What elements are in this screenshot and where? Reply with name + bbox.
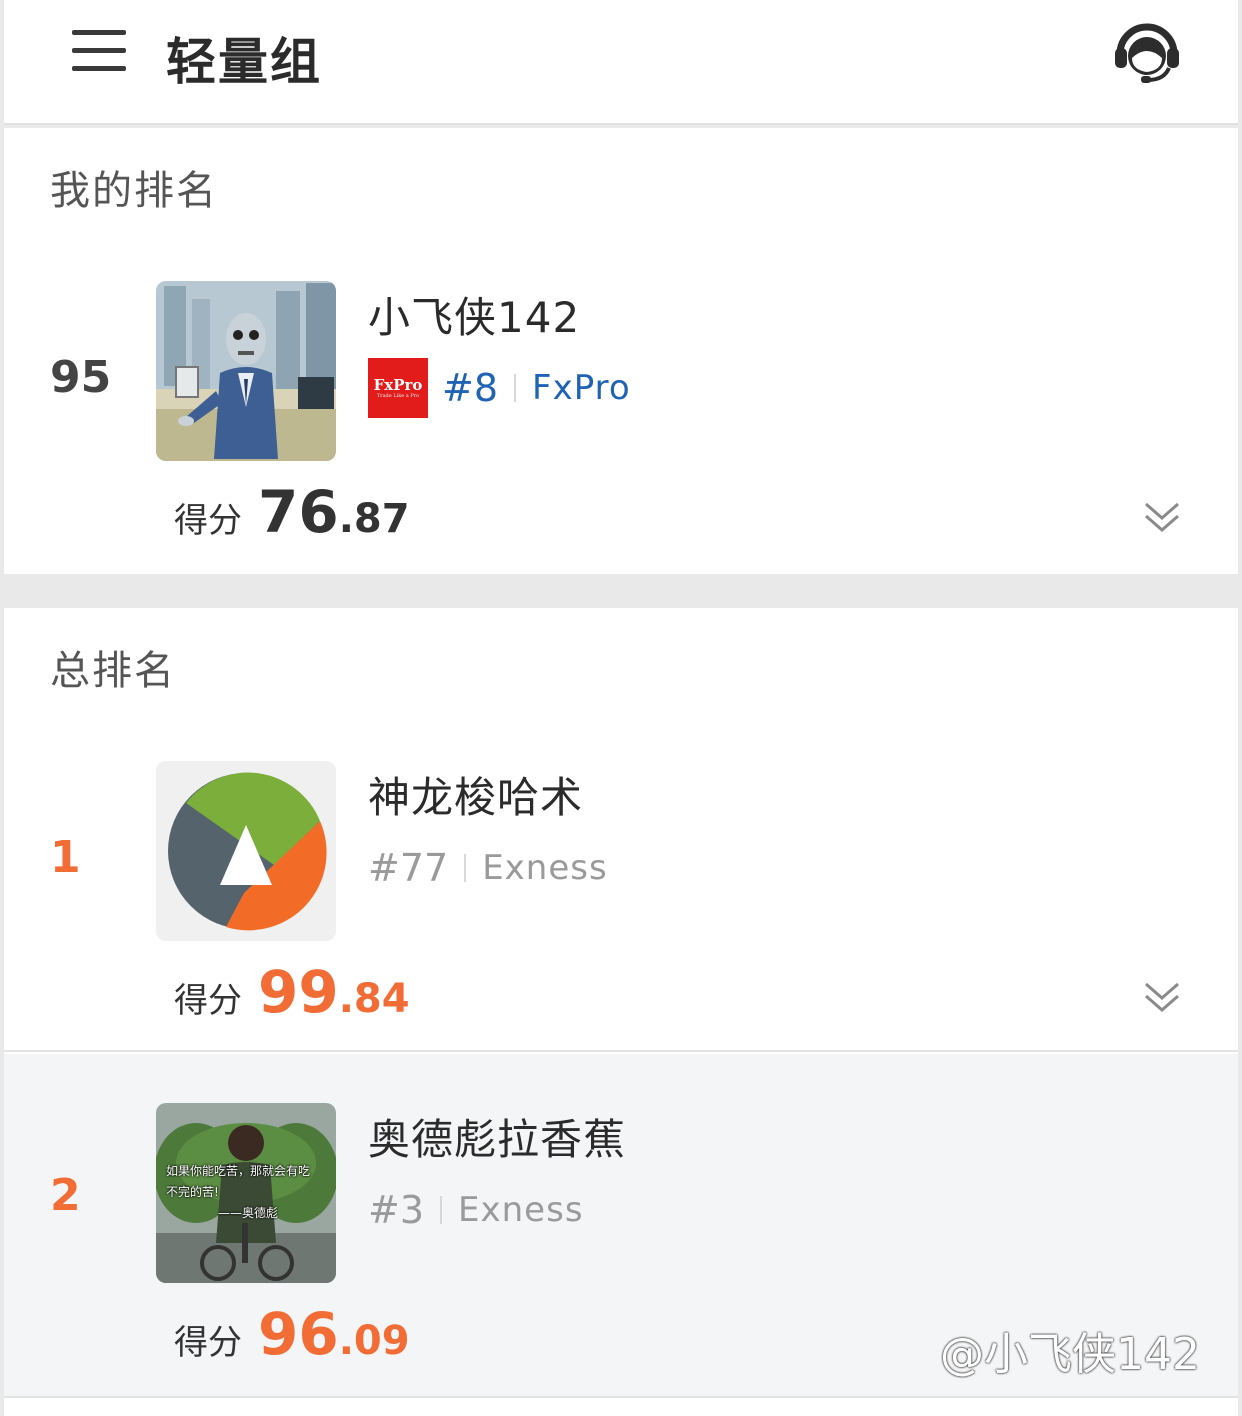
divider xyxy=(440,1196,443,1224)
user-name: 神龙梭哈术 xyxy=(368,773,584,822)
score-decimal: .09 xyxy=(338,1318,410,1364)
chevron-down-icon[interactable] xyxy=(1142,500,1182,536)
account-number: #3 xyxy=(368,1188,425,1232)
ranking-row[interactable]: 1 神龙梭哈术 #77 Exness 得分 99 .84 xyxy=(4,758,1238,1052)
broker-name: Exness xyxy=(482,848,608,888)
overall-rank-section: 总排名 1 神龙梭哈术 #77 Exness 得分 99 .84 2 如果你能吃… xyxy=(4,608,1238,1416)
section-title-overall: 总排名 xyxy=(50,648,176,694)
account-info: #3 Exness xyxy=(368,1180,584,1240)
score-label: 得分 xyxy=(174,501,242,541)
score-integer: 76 xyxy=(258,478,339,546)
broker-name: FxPro xyxy=(532,368,631,408)
rank-number: 95 xyxy=(50,352,112,403)
my-rank-row[interactable]: 95 小飞侠142 FxPro Trade Like a Pro #8 FxPr… xyxy=(4,278,1238,568)
user-avatar[interactable] xyxy=(156,281,336,461)
user-avatar[interactable] xyxy=(156,761,336,941)
score: 得分 99 .84 xyxy=(174,958,410,1026)
section-title-my-rank: 我的排名 xyxy=(50,168,218,214)
chevron-down-icon[interactable] xyxy=(1142,980,1182,1016)
user-name: 奥德彪拉香蕉 xyxy=(368,1115,627,1164)
hamburger-menu-icon[interactable] xyxy=(72,30,128,74)
watermark: @小飞侠142 xyxy=(940,1329,1200,1380)
my-rank-section: 我的排名 95 小飞侠142 FxPro Trade Like a Pro #8… xyxy=(4,128,1238,574)
score-integer: 99 xyxy=(258,958,339,1026)
score-decimal: .84 xyxy=(338,976,410,1022)
account-info: #77 Exness xyxy=(368,838,608,898)
account-number: #77 xyxy=(368,846,449,890)
divider xyxy=(464,854,467,882)
score: 得分 76 .87 xyxy=(174,478,410,546)
score-label: 得分 xyxy=(174,1323,242,1363)
divider xyxy=(514,374,517,402)
account-info: FxPro Trade Like a Pro #8 FxPro xyxy=(368,358,631,418)
top-bar: 轻量组 xyxy=(4,0,1238,125)
score: 得分 96 .09 xyxy=(174,1300,410,1368)
avatar-caption: 如果你能吃苦，那就会有吃 不完的苦! ——奥德彪 xyxy=(166,1164,311,1220)
score-decimal: .87 xyxy=(338,496,410,542)
fxpro-logo: FxPro Trade Like a Pro xyxy=(368,358,428,418)
broker-name: Exness xyxy=(458,1190,584,1230)
user-avatar[interactable]: 如果你能吃苦，那就会有吃 不完的苦! ——奥德彪 xyxy=(156,1103,336,1283)
account-number: #8 xyxy=(442,366,499,410)
rank-number: 2 xyxy=(50,1170,81,1221)
score-label: 得分 xyxy=(174,981,242,1021)
customer-service-headset-icon[interactable] xyxy=(1112,20,1182,86)
score-integer: 96 xyxy=(258,1300,339,1368)
ranking-page: 轻量组 我的排名 95 小飞侠142 FxPro Trade Like a Pr… xyxy=(0,0,1242,1416)
rank-number: 1 xyxy=(50,832,81,883)
user-name: 小飞侠142 xyxy=(368,293,581,342)
page-title: 轻量组 xyxy=(166,33,322,91)
